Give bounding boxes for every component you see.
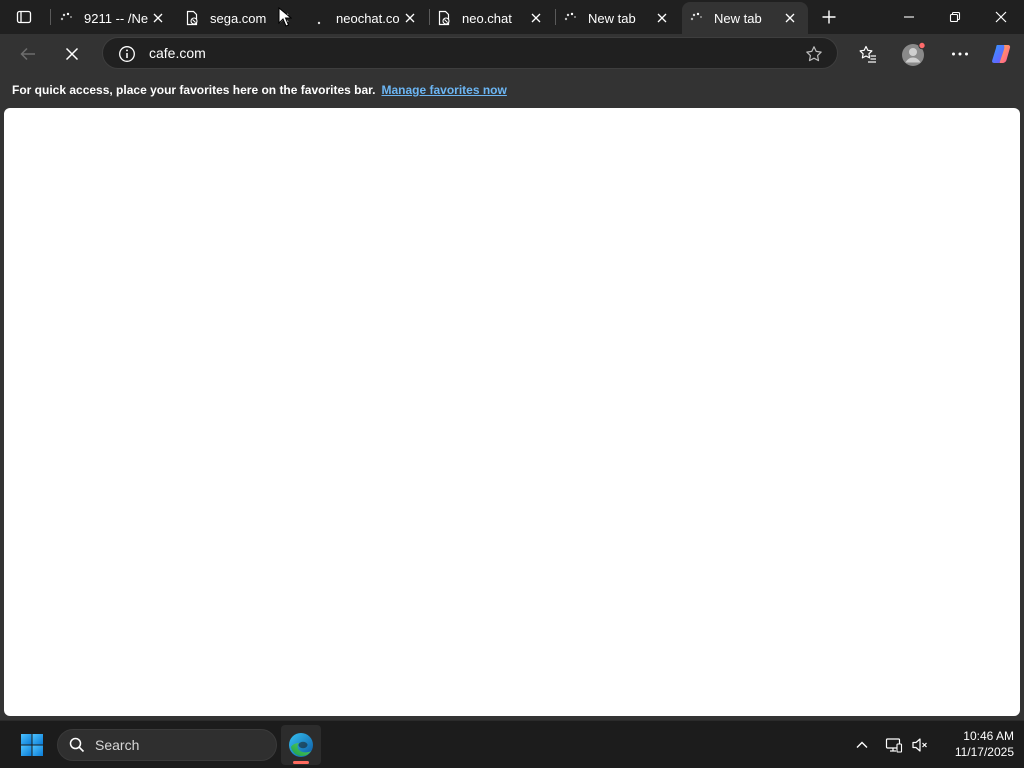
tab-title: New tab: [588, 10, 636, 26]
tab-title: New tab: [714, 10, 762, 26]
loading-dot-icon: [310, 10, 326, 26]
clock-date: 11/17/2025: [954, 745, 1014, 759]
favorites-bar-message: For quick access, place your favorites h…: [12, 83, 376, 97]
tab-4[interactable]: neo.chat: [430, 2, 554, 34]
taskbar-clock[interactable]: 10:46 AM 11/17/2025: [938, 728, 1014, 762]
network-button[interactable]: [882, 733, 906, 757]
minimize-button[interactable]: [886, 0, 932, 34]
taskbar: Search 10:46 AM 11/17/2025: [0, 720, 1024, 768]
back-arrow-icon: [20, 47, 35, 61]
loading-spinner-icon: [562, 10, 578, 26]
close-icon: [405, 13, 415, 23]
close-icon: [657, 13, 667, 23]
favorites-button[interactable]: [852, 38, 884, 70]
edge-icon: [289, 733, 313, 757]
chevron-up-icon: [856, 741, 868, 748]
close-icon: [995, 11, 1007, 23]
tab-3[interactable]: neochat.com: [304, 2, 428, 34]
new-tab-button[interactable]: [815, 4, 843, 30]
settings-and-more-button[interactable]: [944, 38, 976, 70]
close-icon: [153, 13, 163, 23]
network-icon: [885, 738, 903, 753]
stop-loading-button[interactable]: [56, 38, 88, 70]
copilot-button[interactable]: [986, 38, 1018, 70]
tab-separator: [50, 9, 51, 25]
tab-title: neochat.com: [336, 10, 400, 26]
search-icon: [68, 736, 86, 754]
tab-strip: 9211 -- /Neo sega.com neochat.com: [0, 0, 1024, 34]
favorites-bar: For quick access, place your favorites h…: [0, 74, 1024, 106]
tab-actions-button[interactable]: [8, 5, 40, 29]
add-favorite-button[interactable]: [803, 43, 825, 65]
clock-time: 10:46 AM: [963, 729, 1014, 743]
restore-icon: [949, 11, 961, 23]
page-icon: [184, 10, 200, 26]
more-icon: [952, 52, 968, 56]
content-frame: [0, 106, 1024, 720]
windows-logo-icon: [21, 734, 43, 756]
close-icon: [531, 13, 541, 23]
profile-icon: [902, 41, 926, 66]
taskbar-search[interactable]: Search: [57, 729, 277, 761]
start-button[interactable]: [14, 729, 50, 761]
page-viewport[interactable]: [4, 108, 1020, 716]
close-window-button[interactable]: [978, 0, 1024, 34]
close-tab-button[interactable]: [148, 8, 168, 28]
profile-button[interactable]: [898, 38, 930, 70]
stop-loading-icon: [65, 47, 79, 61]
tab-6-active[interactable]: New tab: [682, 2, 808, 34]
copilot-icon: [992, 45, 1011, 63]
loading-spinner-icon: [58, 10, 74, 26]
loading-spinner-icon: [688, 10, 704, 26]
close-tab-button[interactable]: [652, 8, 672, 28]
favorites-icon: [859, 45, 876, 63]
star-outline-icon: [806, 46, 822, 62]
browser-toolbar: [0, 34, 1024, 74]
edge-taskbar-button[interactable]: [281, 725, 321, 765]
info-icon[interactable]: [117, 44, 137, 64]
minimize-icon: [904, 16, 914, 18]
plus-icon: [822, 10, 836, 24]
page-icon: [436, 10, 452, 26]
volume-button[interactable]: [908, 733, 932, 757]
back-button[interactable]: [12, 38, 44, 70]
address-bar[interactable]: [102, 37, 838, 69]
tab-title: 9211 -- /Neo: [84, 10, 148, 26]
tab-title: neo.chat: [462, 10, 512, 26]
show-hidden-icons-button[interactable]: [850, 733, 874, 757]
tab-actions-icon: [16, 10, 32, 24]
close-tab-button[interactable]: [526, 8, 546, 28]
tab-5[interactable]: New tab: [556, 2, 680, 34]
url-input[interactable]: [149, 42, 789, 64]
close-icon: [785, 13, 795, 23]
tab-title: sega.com: [210, 10, 267, 26]
mouse-cursor-icon: [278, 7, 292, 27]
tab-1[interactable]: 9211 -- /Neo: [52, 2, 176, 34]
volume-muted-icon: [912, 738, 927, 752]
restore-button[interactable]: [932, 0, 978, 34]
manage-favorites-link[interactable]: Manage favorites now: [381, 83, 506, 97]
close-tab-button[interactable]: [400, 8, 420, 28]
close-tab-button[interactable]: [780, 8, 800, 28]
search-label: Search: [95, 737, 140, 753]
running-indicator: [293, 761, 309, 764]
